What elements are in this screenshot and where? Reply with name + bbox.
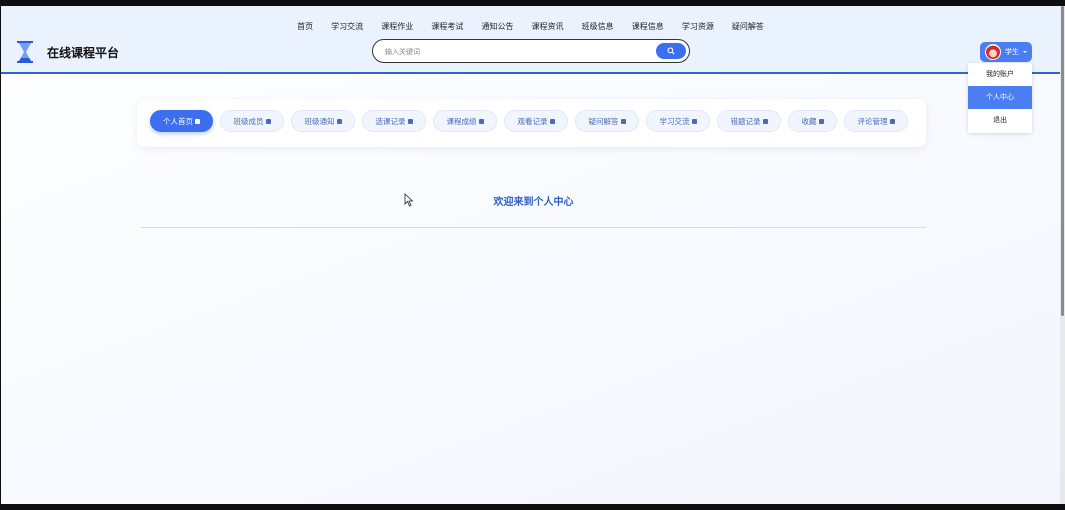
nav-notice[interactable]: 通知公告	[481, 21, 513, 32]
search-input[interactable]	[383, 44, 647, 60]
nav-qa[interactable]: 疑问解答	[732, 21, 764, 32]
page: 首页 学习交流 课程作业 课程考试 通知公告 课程资讯 班级信息 课程信息 学习…	[1, 6, 1060, 504]
nav-resources[interactable]: 学习资源	[682, 21, 714, 32]
tab-bag-icon	[336, 118, 342, 124]
caret-down-icon	[1023, 51, 1027, 53]
top-nav: 首页 学习交流 课程作业 课程考试 通知公告 课程资讯 班级信息 课程信息 学习…	[1, 14, 1060, 33]
tab-bag-icon	[818, 118, 824, 124]
nav-exam[interactable]: 课程考试	[431, 21, 463, 32]
menu-item-personal-center[interactable]: 个人中心	[968, 86, 1032, 109]
user-role-label: 学生	[1005, 48, 1019, 56]
search-icon	[667, 47, 675, 55]
hourglass-logo-icon	[17, 41, 33, 63]
tab-bag-icon	[691, 118, 697, 124]
nav-course-info[interactable]: 课程信息	[632, 21, 664, 32]
nav-home[interactable]: 首页	[297, 21, 313, 32]
divider	[141, 227, 926, 228]
search-box	[372, 39, 690, 63]
tab-wrong-answers[interactable]: 错题记录	[717, 110, 781, 132]
tab-bag-icon	[478, 118, 484, 124]
tab-list: 个人首页 班级成员 班级通知 选课记录 课程成绩 观看记录 疑问解答 学习交流 …	[150, 110, 915, 132]
tab-watch-history[interactable]: 观看记录	[504, 110, 568, 132]
tab-bag-icon	[265, 118, 271, 124]
nav-homework[interactable]: 课程作业	[381, 21, 413, 32]
nav-news[interactable]: 课程资讯	[532, 21, 564, 32]
tab-bag-icon	[889, 118, 895, 124]
tab-class-members[interactable]: 班级成员	[220, 110, 284, 132]
tab-bag-icon	[195, 118, 200, 124]
scrollbar-thumb[interactable]	[1061, 6, 1064, 316]
header: 首页 学习交流 课程作业 课程考试 通知公告 课程资讯 班级信息 课程信息 学习…	[1, 6, 1060, 74]
scrollbar[interactable]	[1060, 6, 1065, 504]
tab-bag-icon	[762, 118, 768, 124]
mouse-cursor-icon	[404, 193, 414, 207]
nav-study-exchange[interactable]: 学习交流	[331, 21, 363, 32]
tab-course-grades[interactable]: 课程成绩	[433, 110, 497, 132]
tab-qa[interactable]: 疑问解答	[575, 110, 639, 132]
brand-title: 在线课程平台	[47, 46, 120, 60]
search-button[interactable]	[656, 43, 686, 59]
tab-bag-icon	[549, 118, 555, 124]
tab-class-notice[interactable]: 班级通知	[291, 110, 355, 132]
tab-study-exchange[interactable]: 学习交流	[646, 110, 710, 132]
user-dropdown-menu: 我的账户 个人中心 退出	[968, 63, 1032, 133]
nav-class-info[interactable]: 班级信息	[582, 21, 614, 32]
tab-personal-home[interactable]: 个人首页	[150, 110, 213, 132]
tab-bag-icon	[407, 118, 413, 124]
user-menu-button[interactable]: 学生	[980, 42, 1032, 62]
avatar	[985, 44, 1001, 60]
tab-course-selection[interactable]: 选课记录	[362, 110, 426, 132]
tab-card: 个人首页 班级成员 班级通知 选课记录 课程成绩 观看记录 疑问解答 学习交流 …	[137, 99, 926, 147]
menu-item-my-account[interactable]: 我的账户	[968, 63, 1032, 86]
tab-comment-management[interactable]: 评论管理	[844, 110, 908, 132]
tab-favorites[interactable]: 收藏	[788, 110, 837, 132]
tab-bag-icon	[620, 118, 626, 124]
menu-item-logout[interactable]: 退出	[968, 109, 1032, 132]
welcome-heading: 欢迎来到个人中心	[493, 197, 574, 208]
